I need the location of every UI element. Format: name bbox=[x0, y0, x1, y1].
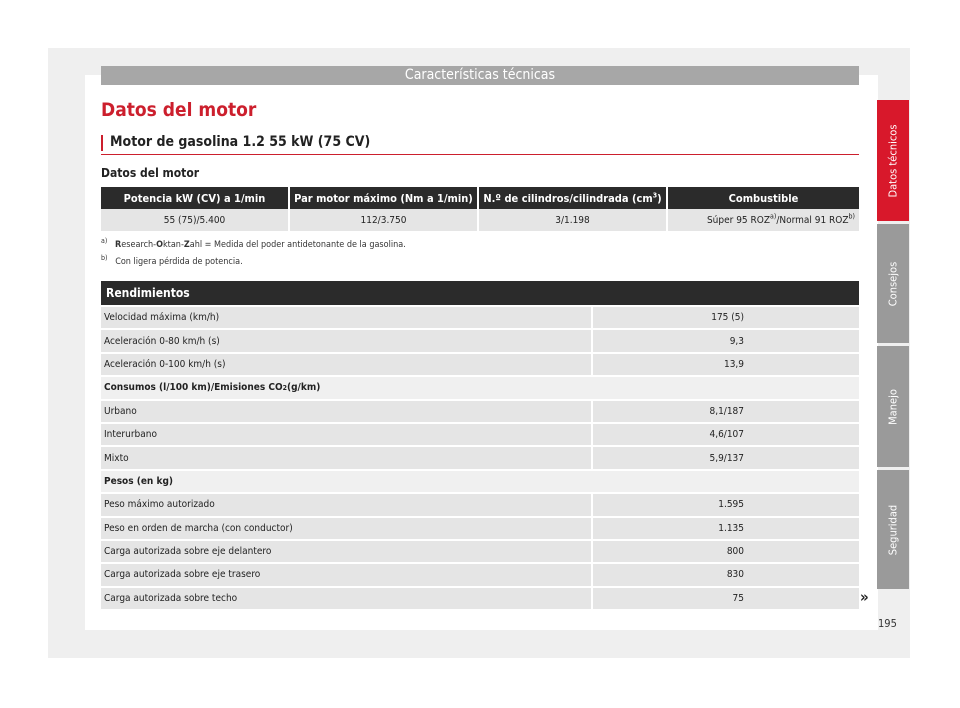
table-row: Carga autorizada sobre eje trasero 830 bbox=[101, 563, 859, 586]
tab-label: Datos técnicos bbox=[886, 124, 900, 197]
table-row: Aceleración 0-100 km/h (s) 13,9 bbox=[101, 353, 859, 376]
tab-consejos[interactable]: Consejos bbox=[877, 224, 909, 343]
fuel-b-sup: b) bbox=[848, 212, 855, 221]
footnote-b: b) Con ligera pérdida de potencia. bbox=[101, 254, 243, 268]
cylinders-header-text: N.º de cilindros/cilindrada (cm bbox=[483, 191, 653, 205]
footnote-text: esearch- bbox=[121, 240, 157, 250]
row-label: Carga autorizada sobre eje delantero bbox=[101, 540, 591, 563]
cell-fuel: Súper 95 ROZa)/Normal 91 ROZb) bbox=[668, 209, 859, 231]
engine-data-label: Datos del motor bbox=[101, 166, 200, 180]
row-value: 800 bbox=[593, 540, 859, 563]
table-row: Urbano 8,1/187 bbox=[101, 400, 859, 423]
row-value: 830 bbox=[593, 564, 859, 586]
tab-label: Seguridad bbox=[886, 504, 900, 555]
table-row: Velocidad máxima (km/h) 175 (5) bbox=[101, 306, 859, 329]
row-value: 1.135 bbox=[593, 517, 859, 539]
col-header-fuel: Combustible bbox=[668, 187, 859, 209]
subheading-row: Pesos (en kg) bbox=[101, 470, 859, 493]
row-value: 9,3 bbox=[593, 330, 859, 352]
row-label: Velocidad máxima (km/h) bbox=[101, 307, 591, 329]
subsection-heading: Motor de gasolina 1.2 55 kW (75 CV) bbox=[101, 134, 859, 155]
row-value: 4,6/107 bbox=[593, 423, 859, 446]
cylinders-header-close: ) bbox=[657, 191, 662, 205]
row-label: Carga autorizada sobre eje trasero bbox=[101, 564, 591, 586]
row-label: Carga autorizada sobre techo bbox=[101, 587, 591, 610]
footnote-mark: b) bbox=[101, 254, 108, 262]
subsection-title: Motor de gasolina 1.2 55 kW (75 CV) bbox=[110, 134, 371, 150]
footnote-a: a) Research-Oktan-Zahl = Medida del pode… bbox=[101, 237, 406, 251]
row-value: 1.595 bbox=[593, 494, 859, 516]
footnote-text: ahl = Medida del poder antidetonante de … bbox=[189, 240, 406, 250]
row-label: Interurbano bbox=[101, 423, 591, 446]
subheading-row: Consumos (l/100 km)/Emisiones CO 2 (g/km) bbox=[101, 376, 859, 399]
tab-label: Consejos bbox=[886, 261, 900, 306]
heading-accent-bar bbox=[101, 135, 103, 151]
table-row: Carga autorizada sobre eje delantero 800 bbox=[101, 540, 859, 563]
section-title: Datos del motor bbox=[101, 99, 257, 121]
table-row: Interurbano 4,6/107 bbox=[101, 423, 859, 446]
footnote-text: ktan- bbox=[162, 240, 184, 250]
row-value: 75 bbox=[593, 587, 859, 610]
tab-manejo[interactable]: Manejo bbox=[877, 346, 909, 467]
col-header-power: Potencia kW (CV) a 1/min bbox=[101, 187, 288, 209]
row-label: Aceleración 0-80 km/h (s) bbox=[101, 330, 591, 352]
cell-cylinders: 3/1.198 bbox=[479, 209, 666, 231]
table-header-row: Potencia kW (CV) a 1/min Par motor máxim… bbox=[101, 187, 859, 209]
cell-torque: 112/3.750 bbox=[290, 209, 477, 231]
continue-arrow-icon: » bbox=[860, 588, 869, 606]
row-value: 13,9 bbox=[593, 353, 859, 376]
row-value: 5,9/137 bbox=[593, 447, 859, 469]
row-subheading: Consumos (l/100 km)/Emisiones CO 2 (g/km) bbox=[101, 377, 859, 399]
table-row: Peso en orden de marcha (con conductor) 1… bbox=[101, 517, 859, 540]
cell-power: 55 (75)/5.400 bbox=[101, 209, 288, 231]
engine-data-table: Potencia kW (CV) a 1/min Par motor máxim… bbox=[99, 187, 861, 231]
col-header-torque: Par motor máximo (Nm a 1/min) bbox=[290, 187, 477, 209]
fuel-a: Súper 95 ROZ bbox=[706, 214, 770, 226]
row-label: Peso máximo autorizado bbox=[101, 494, 591, 516]
footnote-mark: a) bbox=[101, 237, 108, 245]
chapter-header: Características técnicas bbox=[101, 66, 859, 85]
performance-header: Rendimientos bbox=[101, 281, 859, 305]
row-value: 8,1/187 bbox=[593, 400, 859, 422]
col-header-cylinders: N.º de cilindros/cilindrada (cm3) bbox=[479, 187, 666, 209]
subheading-text: Consumos (l/100 km)/Emisiones CO bbox=[104, 382, 283, 394]
row-label: Mixto bbox=[101, 447, 591, 469]
row-label: Urbano bbox=[101, 400, 591, 422]
table-row: Peso máximo autorizado 1.595 bbox=[101, 493, 859, 516]
subheading-text-end: (g/km) bbox=[287, 382, 321, 394]
tab-label: Manejo bbox=[886, 388, 900, 425]
table-row: Aceleración 0-80 km/h (s) 9,3 bbox=[101, 329, 859, 352]
row-subheading: Pesos (en kg) bbox=[101, 470, 859, 493]
performance-table: Velocidad máxima (km/h) 175 (5) Aceleraci… bbox=[101, 306, 859, 610]
row-label: Aceleración 0-100 km/h (s) bbox=[101, 353, 591, 376]
tab-seguridad[interactable]: Seguridad bbox=[877, 470, 909, 589]
footnote-text: Con ligera pérdida de potencia. bbox=[115, 257, 243, 267]
table-row: Carga autorizada sobre techo 75 bbox=[101, 587, 859, 610]
fuel-b: /Normal 91 ROZ bbox=[776, 214, 849, 226]
footnote-bold-o: O bbox=[156, 240, 163, 250]
row-label: Peso en orden de marcha (con conductor) bbox=[101, 517, 591, 539]
row-value: 175 (5) bbox=[593, 307, 859, 329]
table-row: Mixto 5,9/137 bbox=[101, 446, 859, 469]
tab-datos-tecnicos[interactable]: Datos técnicos bbox=[877, 100, 909, 221]
page-number: 195 bbox=[878, 617, 897, 630]
table-row: 55 (75)/5.400 112/3.750 3/1.198 Súper 95… bbox=[101, 209, 859, 231]
